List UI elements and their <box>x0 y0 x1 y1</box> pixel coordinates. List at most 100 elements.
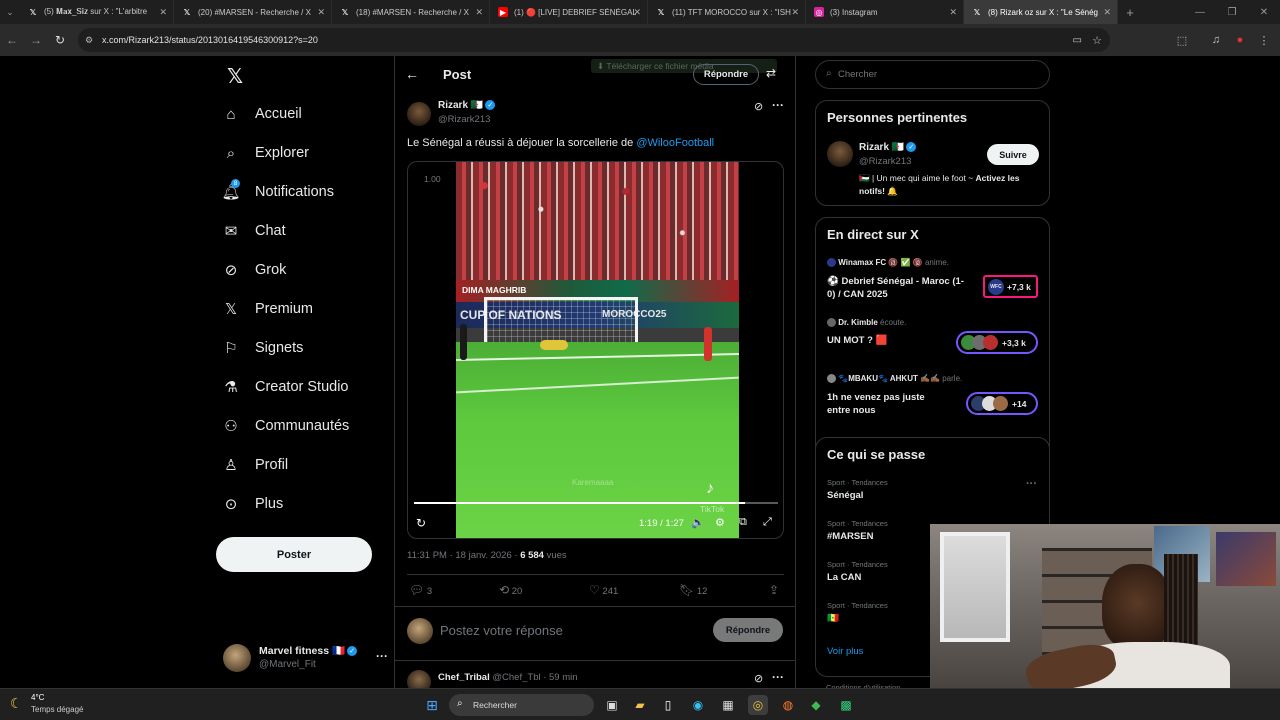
space-listeners-pill[interactable]: +3,3 k <box>956 331 1038 354</box>
reply-action[interactable]: 💬︎ 3 <box>409 583 432 597</box>
tab-close-icon[interactable]: ✕ <box>317 7 325 18</box>
taskbar-search[interactable]: ⌕ Rechercher <box>449 694 594 716</box>
window-maximize-icon[interactable]: ❐ <box>1216 0 1248 24</box>
nav-item-chat[interactable]: ✉ Chat <box>221 213 286 249</box>
back-arrow-icon[interactable]: ← <box>0 28 24 52</box>
browser-tab[interactable]: 𝕏 (18) #MARSEN - Recherche / X ✕ <box>332 0 490 24</box>
live-space-item[interactable]: 🐾MBAKU🐾 AHKUT ✍🏾✍🏾 parle. 1h ne venez pa… <box>827 374 1043 434</box>
author-handle[interactable]: @Rizark213 <box>438 114 490 125</box>
tab-close-icon[interactable]: ✕ <box>1103 7 1111 18</box>
fullscreen-icon[interactable]: ⤢ <box>763 516 772 529</box>
back-arrow-icon[interactable]: ← <box>405 66 419 82</box>
post-more-icon[interactable]: ··· <box>772 98 784 112</box>
live-space-item[interactable]: Dr. Kimble écoute. UN MOT ? 🟥 +3,3 k <box>827 318 1043 372</box>
pip-icon[interactable]: ⧉ <box>739 516 747 529</box>
account-switcher[interactable]: Marvel fitness 🇫🇷 ✓ @Marvel_Fit ··· <box>223 642 388 674</box>
nav-item-explorer[interactable]: ⌕ Explorer <box>221 135 309 171</box>
nav-item-accueil[interactable]: ⌂ Accueil <box>221 96 301 132</box>
grok-icon[interactable]: ⊘ <box>754 672 763 685</box>
repost-action[interactable]: ⟲ 20 <box>499 583 522 597</box>
follow-button[interactable]: Suivre <box>987 144 1039 165</box>
profile-icon[interactable]: ● <box>1228 28 1252 52</box>
nav-item-signets[interactable]: ⚐ Signets <box>221 330 303 366</box>
x-logo-icon[interactable]: 𝕏 <box>224 65 246 88</box>
forward-arrow-icon[interactable]: → <box>24 28 48 52</box>
relevant-name[interactable]: Rizark 🇩🇿 ✓ <box>859 142 917 153</box>
mention-link[interactable]: @WilooFootball <box>636 137 714 149</box>
firefox-icon[interactable]: ◍ <box>778 695 798 715</box>
nav-item-grok[interactable]: ⊘ Grok <box>221 252 287 288</box>
store-icon[interactable]: ▦ <box>718 695 738 715</box>
app-icon-2[interactable]: ▩ <box>836 695 856 715</box>
extensions-icon[interactable]: ⬚ <box>1170 28 1194 52</box>
url-field[interactable]: ⚙ x.com/Rizark213/status/201301641954630… <box>78 28 1110 52</box>
trend-more-icon[interactable]: ··· <box>1026 478 1037 490</box>
new-tab-plus-icon[interactable]: + <box>1118 0 1142 24</box>
nav-item-communaut-s[interactable]: ⚇ Communautés <box>221 408 349 444</box>
cast-icon[interactable]: ▭ <box>1073 35 1082 46</box>
window-close-icon[interactable]: ✕ <box>1248 0 1280 24</box>
nav-item-notifications[interactable]: 🔔︎ 8 Notifications <box>221 174 334 210</box>
reply-input[interactable]: Postez votre réponse <box>440 623 563 638</box>
show-more-link[interactable]: Voir plus <box>827 646 863 657</box>
space-listeners-pill[interactable]: WFC +7,3 k <box>983 275 1038 298</box>
host-status: anime. <box>924 258 949 267</box>
tab-close-icon[interactable]: ✕ <box>949 7 957 18</box>
reply-more-icon[interactable]: ··· <box>772 670 784 684</box>
browser-tab[interactable]: 𝕏 (5) 𝐌𝐚𝐱_𝐒𝐢𝐳 sur X : "L'arbitre ✕ <box>20 0 174 24</box>
grok-icon[interactable]: ⊘ <box>754 100 763 113</box>
browser-menu-icon[interactable]: ⋮ <box>1252 28 1276 52</box>
reload-icon[interactable]: ↻ <box>48 28 72 52</box>
video-player[interactable]: 1.00 DIMA MAGHRIB CUP OF NATIONS MOROCCO… <box>407 161 784 539</box>
tab-close-icon[interactable]: ✕ <box>159 7 167 18</box>
nav-item-premium[interactable]: 𝕏 Premium <box>221 291 313 327</box>
browser-tab[interactable]: 𝕏 (20) #MARSEN - Recherche / X ✕ <box>174 0 332 24</box>
app-icon[interactable]: ◆ <box>806 695 826 715</box>
search-box[interactable]: ⌕ Chercher <box>815 60 1050 89</box>
file-explorer-icon[interactable]: ▰ <box>630 695 650 715</box>
share-icon[interactable]: ⇪ <box>769 583 779 597</box>
browser-tab[interactable]: ▶ (1) 🔴 [LIVE] DEBRIEF SÉNÉGAL ✕ <box>490 0 648 24</box>
nav-item-creator-studio[interactable]: ⚗ Creator Studio <box>221 369 348 405</box>
tab-label: (3) Instagram <box>830 7 878 17</box>
live-space-item[interactable]: Winamax FC 🔞 ✅ 🔞 anime. ⚽ Debrief Sénéga… <box>827 258 1043 312</box>
trend-item[interactable]: Sport · Tendances Sénégal <box>827 478 1027 514</box>
pitch-line <box>456 353 739 361</box>
nav-item-plus[interactable]: ⊙ Plus <box>221 486 284 522</box>
window-minimize-icon[interactable]: — <box>1184 0 1216 24</box>
space-listeners-pill[interactable]: +14 <box>966 392 1038 415</box>
chrome-icon[interactable]: ◎ <box>748 695 768 715</box>
video-settings-icon[interactable]: ⚙ <box>715 516 725 529</box>
browser-tab[interactable]: 𝕏 (11) TFT MOROCCO sur X : "ISH ✕ <box>648 0 806 24</box>
task-view-icon[interactable]: ▣ <box>602 695 622 715</box>
edge-icon[interactable]: ◉ <box>688 695 708 715</box>
space-count: +7,3 k <box>1007 281 1031 292</box>
windows-start-icon[interactable]: ⊞ <box>422 695 442 715</box>
tab-close-icon[interactable]: ✕ <box>633 7 641 18</box>
bookmark-star-icon[interactable]: ☆ <box>1092 34 1102 47</box>
post-button[interactable]: Poster <box>216 537 372 572</box>
bookmark-action[interactable]: 🔖︎ 12 <box>679 583 707 597</box>
video-progress-track[interactable] <box>414 502 778 504</box>
reply-author[interactable]: Chef_Tribal @Chef_Tbl · 59 min <box>438 672 578 683</box>
weather-icon[interactable]: ☾ <box>10 695 23 712</box>
tab-list-chevron-icon[interactable]: ⌄ <box>0 0 20 24</box>
reply-button[interactable]: Répondre <box>713 618 783 642</box>
tab-close-icon[interactable]: ✕ <box>791 7 799 18</box>
author-name[interactable]: Rizark 🇩🇿 ✓ <box>438 100 496 111</box>
nav-item-profil[interactable]: ♙ Profil <box>221 447 288 483</box>
replay-icon[interactable]: ↻ <box>416 516 426 530</box>
volume-icon[interactable]: 🔈 <box>691 516 705 529</box>
account-more-icon[interactable]: ··· <box>376 649 388 663</box>
settings-sliders-icon[interactable]: ⇄ <box>766 66 776 80</box>
like-action[interactable]: ♡ 241 <box>589 583 618 597</box>
author-avatar[interactable] <box>407 102 431 126</box>
relevant-avatar[interactable] <box>827 141 853 167</box>
header-reply-button[interactable]: Répondre <box>693 64 759 85</box>
browser-tab[interactable]: 𝕏 (8) Rizark oz sur X : "Le Sénég ✕ <box>964 0 1118 24</box>
notepad-icon[interactable]: ▯ <box>658 695 678 715</box>
tab-close-icon[interactable]: ✕ <box>475 7 483 18</box>
media-controls-icon[interactable]: ♫ <box>1204 28 1228 52</box>
site-info-icon[interactable]: ⚙ <box>85 35 93 46</box>
browser-tab[interactable]: ◎ (3) Instagram ✕ <box>806 0 964 24</box>
